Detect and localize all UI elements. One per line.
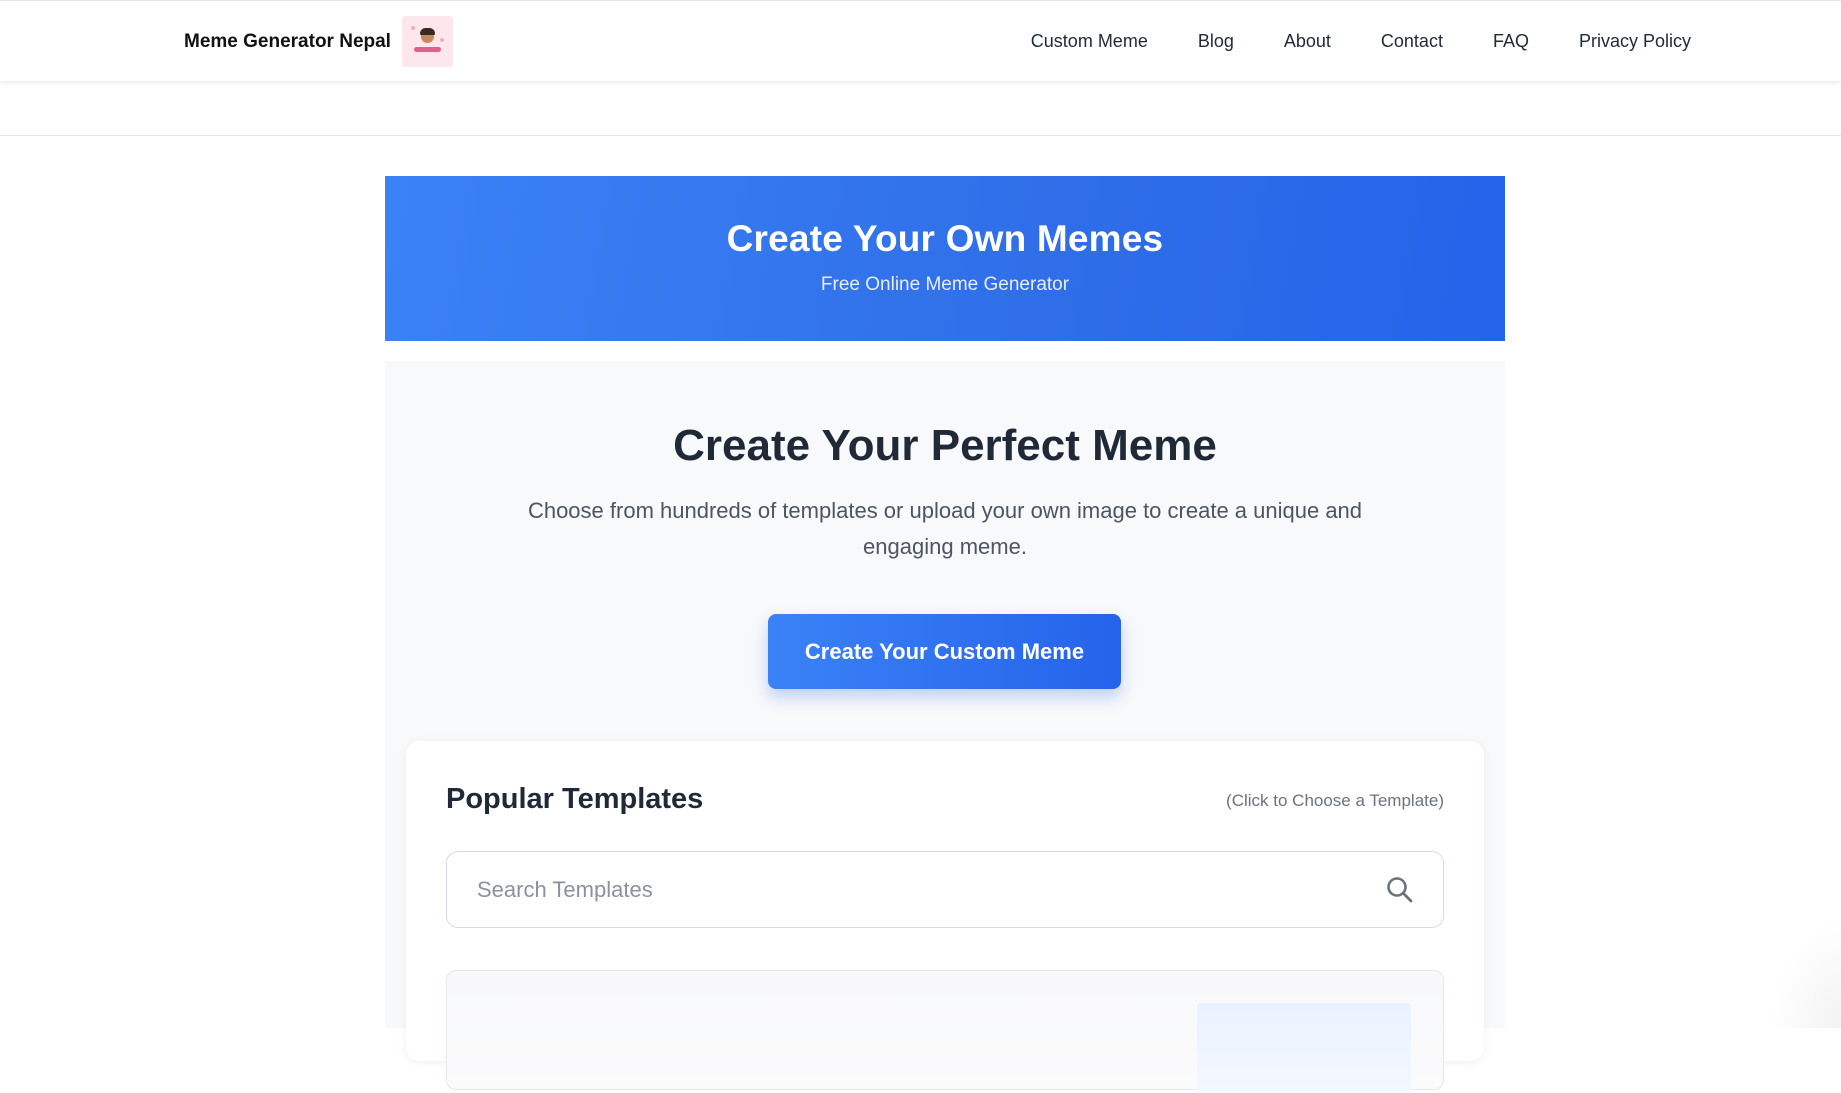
corner-shadow bbox=[1771, 918, 1841, 1028]
choose-template-hint: (Click to Choose a Template) bbox=[1226, 791, 1444, 811]
popular-templates-title: Popular Templates bbox=[446, 783, 703, 816]
brand-name[interactable]: Meme Generator Nepal bbox=[184, 31, 391, 53]
hero-subtitle: Free Online Meme Generator bbox=[385, 274, 1505, 296]
hero-banner: Create Your Own Memes Free Online Meme G… bbox=[385, 176, 1505, 341]
template-search-input[interactable] bbox=[447, 852, 1377, 927]
nav-blog[interactable]: Blog bbox=[1198, 31, 1234, 52]
template-thumbnail[interactable] bbox=[1197, 1003, 1411, 1093]
nav-about[interactable]: About bbox=[1284, 31, 1331, 52]
main-nav: Custom Meme Blog About Contact FAQ Priva… bbox=[981, 1, 1691, 82]
nav-contact[interactable]: Contact bbox=[1381, 31, 1443, 52]
hero-title: Create Your Own Memes bbox=[385, 218, 1505, 260]
site-header: Meme Generator Nepal Custom Meme Blog Ab… bbox=[0, 0, 1841, 81]
nav-privacy-policy[interactable]: Privacy Policy bbox=[1579, 31, 1691, 52]
popular-templates-card: Popular Templates (Click to Choose a Tem… bbox=[406, 741, 1484, 1061]
page-description: Choose from hundreds of templates or upl… bbox=[525, 493, 1365, 565]
create-custom-meme-button[interactable]: Create Your Custom Meme bbox=[768, 614, 1121, 689]
header-sub-bar bbox=[0, 81, 1841, 136]
page-title: Create Your Perfect Meme bbox=[385, 421, 1505, 471]
template-grid bbox=[446, 970, 1444, 1090]
brand-logo-image[interactable] bbox=[402, 16, 453, 67]
nav-faq[interactable]: FAQ bbox=[1493, 31, 1529, 52]
template-search-box[interactable] bbox=[446, 851, 1444, 928]
brand[interactable]: Meme Generator Nepal bbox=[184, 16, 453, 67]
nav-custom-meme[interactable]: Custom Meme bbox=[1031, 31, 1148, 52]
search-icon[interactable] bbox=[1385, 875, 1415, 905]
main-panel: Create Your Perfect Meme Choose from hun… bbox=[385, 361, 1505, 1028]
